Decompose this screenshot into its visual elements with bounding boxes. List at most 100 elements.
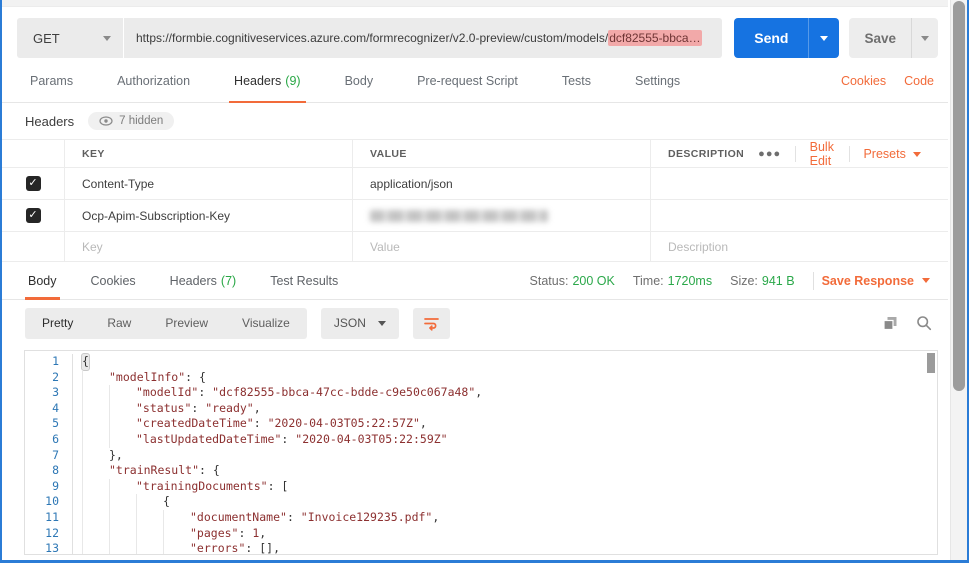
wrap-lines-button[interactable] (413, 308, 450, 339)
indent-guide (163, 510, 190, 526)
bulk-edit-button[interactable]: Bulk Edit (796, 140, 849, 168)
code-link[interactable]: Code (904, 74, 934, 88)
headers-section-header: Headers 7 hidden (2, 103, 948, 139)
code-token: , (254, 401, 261, 417)
send-options-button[interactable] (808, 18, 839, 58)
hidden-headers-toggle[interactable]: 7 hidden (88, 112, 174, 130)
search-button[interactable] (916, 315, 932, 331)
indent-guide (136, 494, 163, 510)
code-token: { (82, 354, 89, 370)
indent-guide (136, 526, 163, 542)
chevron-down-icon (820, 36, 828, 41)
response-tab-headers[interactable]: Headers (7) (167, 262, 240, 299)
view-preview[interactable]: Preview (148, 308, 225, 339)
response-body-panel[interactable]: 1{2"modelInfo": {3"modelId": "dcf82555-b… (24, 350, 938, 555)
indent-guide (82, 510, 109, 526)
tab-authorization[interactable]: Authorization (112, 59, 195, 102)
code-token: , (420, 416, 427, 432)
save-button-group: Save (849, 18, 938, 58)
save-response-button[interactable]: Save Response (822, 274, 936, 288)
request-bar: GET https://formbie.cognitiveservices.az… (2, 7, 948, 59)
code-token: }, (109, 448, 123, 464)
save-label: Save (864, 31, 896, 46)
view-pretty[interactable]: Pretty (25, 308, 90, 339)
response-tab-test-results[interactable]: Test Results (267, 262, 341, 299)
more-options-icon[interactable]: ●●● (744, 148, 795, 160)
column-value: VALUE (352, 140, 650, 168)
key-placeholder[interactable]: Key (64, 232, 352, 261)
code-token: : (287, 510, 301, 526)
response-tab-cookies[interactable]: Cookies (88, 262, 139, 299)
code-token: "pages" (190, 526, 238, 542)
tab-tests[interactable]: Tests (557, 59, 596, 102)
code-token: : (281, 432, 295, 448)
indent-guide (82, 541, 109, 555)
table-row-empty: Key Value Description (2, 232, 948, 262)
line-number: 7 (25, 448, 73, 464)
line-number: 2 (25, 370, 73, 386)
response-headers-count-badge: (7) (221, 274, 236, 288)
line-number: 8 (25, 463, 73, 479)
indent-guide (82, 385, 109, 401)
table-row: Ocp-Apim-Subscription-Key (2, 200, 948, 232)
indent-guide (163, 526, 190, 542)
code-line: 3"modelId": "dcf82555-bbca-47cc-bdde-c9e… (25, 385, 937, 401)
value-placeholder[interactable]: Value (352, 232, 650, 261)
method-select[interactable]: GET (17, 18, 123, 58)
response-meta: Status:200 OK Time:1720ms Size:941 B Sav… (512, 262, 936, 299)
response-tab-body[interactable]: Body (25, 262, 60, 299)
url-text: https://formbie.cognitiveservices.azure.… (136, 31, 608, 45)
indent-guide (82, 526, 109, 542)
code-line: 6"lastUpdatedDateTime": "2020-04-03T05:2… (25, 432, 937, 448)
format-select[interactable]: JSON (321, 308, 399, 339)
tab-headers[interactable]: Headers (9) (229, 59, 306, 102)
view-visualize[interactable]: Visualize (225, 308, 307, 339)
wrap-lines-icon (423, 315, 440, 331)
status-badge: Status:200 OK (530, 274, 615, 288)
column-key: KEY (64, 140, 352, 168)
size-badge: Size:941 B (730, 274, 794, 288)
search-icon (916, 315, 932, 331)
code-token: "Invoice129235.pdf" (301, 510, 433, 526)
code-token: "2020-04-03T05:22:57Z" (268, 416, 420, 432)
copy-button[interactable] (883, 316, 898, 331)
send-label: Send (754, 30, 788, 46)
send-button[interactable]: Send (734, 18, 808, 58)
cookies-link[interactable]: Cookies (841, 74, 886, 88)
line-number: 6 (25, 432, 73, 448)
header-value[interactable]: application/json (352, 168, 650, 199)
description-placeholder[interactable]: Description (650, 232, 948, 261)
page-scrollbar[interactable] (950, 0, 967, 560)
response-view-bar: Pretty Raw Preview Visualize JSON (2, 300, 948, 346)
header-key[interactable]: Ocp-Apim-Subscription-Key (64, 200, 352, 231)
view-raw[interactable]: Raw (90, 308, 148, 339)
header-description[interactable] (650, 168, 948, 199)
chevron-down-icon (921, 36, 929, 41)
header-value-masked[interactable] (352, 200, 650, 231)
headers-table: KEY VALUE DESCRIPTION ●●● Bulk Edit Pres… (2, 139, 948, 262)
code-token: "modelInfo" (109, 370, 185, 386)
code-token: : (198, 385, 212, 401)
header-key[interactable]: Content-Type (64, 168, 352, 199)
save-button[interactable]: Save (849, 18, 911, 58)
row-checkbox[interactable] (26, 208, 41, 223)
tab-params[interactable]: Params (25, 59, 78, 102)
code-token: , (259, 526, 266, 542)
header-description[interactable] (650, 200, 948, 231)
code-scrollbar-thumb[interactable] (927, 353, 935, 373)
time-badge: Time:1720ms (633, 274, 712, 288)
indent-guide (82, 463, 109, 479)
response-code-lines: 1{2"modelInfo": {3"modelId": "dcf82555-b… (25, 354, 937, 555)
tab-prerequest-script[interactable]: Pre-request Script (412, 59, 523, 102)
tab-settings[interactable]: Settings (630, 59, 685, 102)
row-checkbox[interactable] (26, 176, 41, 191)
page-scrollbar-thumb[interactable] (953, 1, 965, 391)
indent-guide (82, 416, 109, 432)
line-number: 9 (25, 479, 73, 495)
url-input[interactable]: https://formbie.cognitiveservices.azure.… (123, 18, 722, 58)
headers-table-header: KEY VALUE DESCRIPTION ●●● Bulk Edit Pres… (2, 140, 948, 168)
tab-body[interactable]: Body (340, 59, 379, 102)
code-token: : (238, 526, 252, 542)
save-options-button[interactable] (911, 18, 938, 58)
presets-button[interactable]: Presets (849, 147, 934, 161)
